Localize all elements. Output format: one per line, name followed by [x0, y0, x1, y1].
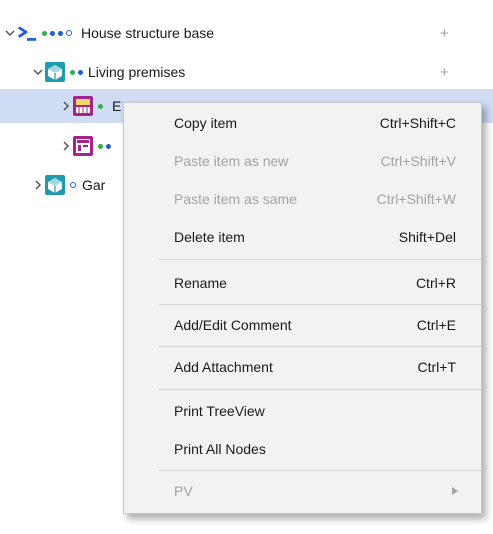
menu-item-label: Copy item: [174, 115, 238, 131]
chevron-down-icon[interactable]: [32, 66, 44, 78]
menu-item-shortcut: Ctrl+T: [417, 359, 457, 375]
menu-item-shortcut: Ctrl+Shift+V: [380, 153, 456, 169]
chevron-down-icon[interactable]: [4, 27, 16, 39]
prompt-icon: [16, 22, 40, 44]
menu-separator: [159, 259, 481, 260]
menu-item-label: Delete item: [174, 229, 245, 245]
menu-item-label: Paste item as new: [174, 153, 289, 169]
menu-item-shortcut: Ctrl+Shift+C: [379, 115, 456, 131]
status-dots: [98, 129, 111, 163]
menu-separator: [159, 470, 481, 471]
chevron-right-icon[interactable]: [60, 140, 72, 152]
menu-separator: [159, 346, 481, 347]
add-child-icon[interactable]: +: [440, 64, 449, 81]
tree-row-label: Living premises: [88, 64, 186, 80]
menu-item-delete-item[interactable]: Delete item Shift+Del: [124, 219, 481, 255]
menu-item-label: Print TreeView: [174, 403, 265, 419]
status-dots: [42, 16, 72, 50]
menu-item-shortcut: Ctrl+E: [416, 317, 456, 333]
submenu-arrow-icon: [452, 487, 458, 495]
menu-item-label: Rename: [174, 275, 227, 291]
menu-item-print-treeview[interactable]: Print TreeView: [124, 393, 481, 429]
chevron-right-icon[interactable]: [32, 179, 44, 191]
tree-row-label: House structure base: [81, 25, 215, 41]
add-child-icon[interactable]: +: [440, 25, 449, 42]
menu-separator: [159, 304, 481, 305]
menu-item-label: Add Attachment: [174, 359, 273, 375]
menu-item-shortcut: Ctrl+Shift+W: [376, 191, 456, 207]
menu-item-paste-as-same[interactable]: Paste item as same Ctrl+Shift+W: [124, 181, 481, 217]
menu-item-copy-item[interactable]: Copy item Ctrl+Shift+C: [124, 105, 481, 141]
tree-row-house-structure-base[interactable]: House structure base +: [0, 16, 493, 50]
status-dots: [70, 168, 76, 202]
menu-item-label: Add/Edit Comment: [174, 317, 292, 333]
menu-item-label: Print All Nodes: [174, 441, 266, 457]
menu-item-label: PV: [174, 483, 193, 499]
menu-item-add-edit-comment[interactable]: Add/Edit Comment Ctrl+E: [124, 307, 481, 343]
menu-item-shortcut: Shift+Del: [398, 229, 456, 245]
menu-item-print-all-nodes[interactable]: Print All Nodes: [124, 431, 481, 467]
menu-separator: [159, 389, 481, 390]
tree-row-label: E: [112, 98, 122, 114]
cube-icon: [44, 61, 66, 83]
menu-item-rename[interactable]: Rename Ctrl+R: [124, 265, 481, 301]
menu-item-pv[interactable]: PV: [124, 473, 481, 509]
status-dots: [70, 55, 83, 89]
panel-icon: [72, 135, 94, 157]
chevron-right-icon[interactable]: [60, 100, 72, 112]
cube-icon: [44, 174, 66, 196]
context-menu: Copy item Ctrl+Shift+C Paste item as new…: [123, 102, 482, 514]
menu-item-shortcut: Ctrl+R: [415, 275, 456, 291]
tree-row-living-premises[interactable]: Living premises +: [0, 55, 493, 89]
tree-row-label: Gar: [82, 177, 106, 193]
menu-item-label: Paste item as same: [174, 191, 297, 207]
menu-item-add-attachment[interactable]: Add Attachment Ctrl+T: [124, 349, 481, 385]
device-icon: [72, 95, 94, 117]
status-dots: [98, 89, 103, 123]
menu-item-paste-as-new[interactable]: Paste item as new Ctrl+Shift+V: [124, 143, 481, 179]
